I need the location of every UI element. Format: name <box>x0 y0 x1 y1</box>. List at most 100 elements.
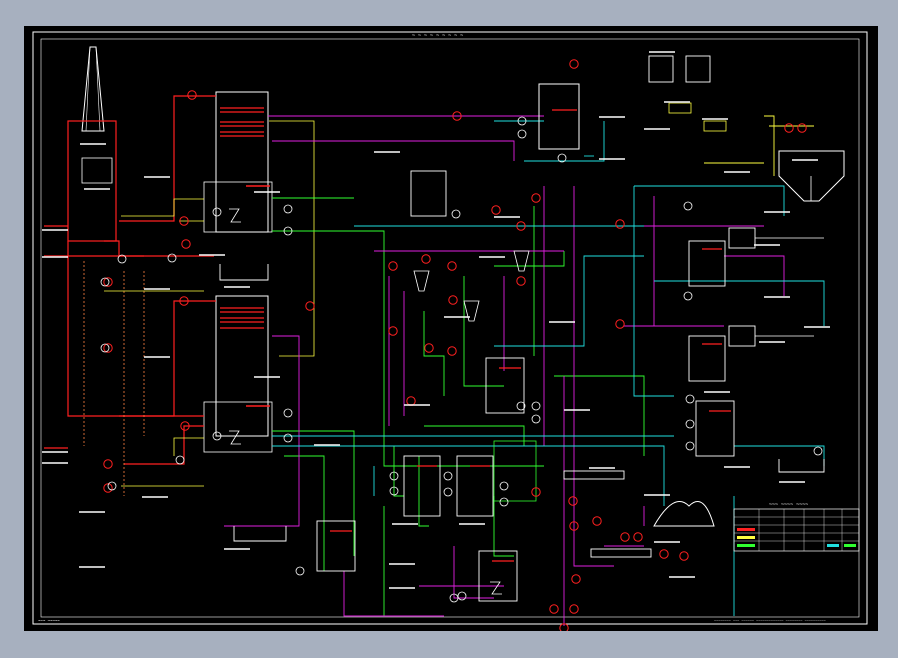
pump-symbol <box>283 433 293 443</box>
reheat-lines <box>83 261 145 496</box>
limestone-slurry-tank <box>493 440 537 502</box>
tag-label <box>494 216 520 218</box>
pump-symbol <box>683 201 693 211</box>
tag-label <box>404 404 430 406</box>
absorber-1-spray-levels <box>220 107 264 137</box>
instrument-bubble <box>679 551 689 561</box>
vacuum-belt-filter-2 <box>590 548 652 558</box>
pump-symbol <box>685 441 695 451</box>
pump-symbol <box>457 591 467 601</box>
flue-gas-lines <box>44 95 216 465</box>
absorber-2-tank <box>203 401 273 453</box>
tag-label <box>804 326 830 328</box>
limestone-hopper-1 <box>648 55 674 83</box>
instrument-bubble <box>424 343 434 353</box>
instrument-bubble <box>569 604 579 614</box>
pump-symbol <box>175 455 185 465</box>
chimney-line <box>85 46 91 132</box>
pump-symbols <box>100 116 823 603</box>
tag-label <box>459 523 485 525</box>
chimney-stack <box>81 46 105 132</box>
instrument-bubble <box>491 205 501 215</box>
filtrate-tank <box>403 455 441 517</box>
tag-label <box>644 128 670 130</box>
tag-label <box>199 254 225 256</box>
instrument-bubble <box>797 123 807 133</box>
green-process-lines <box>272 197 645 616</box>
pump-symbol <box>167 253 177 263</box>
instrument-bubble <box>103 459 113 469</box>
bottom-note: ~~~~~~~~ ~~~ ~~~~~~ ~~~~~~~~~~~~~ ~~~~~~… <box>714 619 826 623</box>
cad-drawing-canvas[interactable]: ~ ~ ~ ~ ~ ~ ~ ~ ~ ~~~ ~~~~ ~~~~ ~~~ ~~~~… <box>24 26 878 631</box>
instrument-bubble <box>549 604 559 614</box>
pump-symbol <box>295 566 305 576</box>
mill-circulation-tank-2 <box>688 335 726 382</box>
instrument-bubble <box>181 239 191 249</box>
absorber-drain-pit <box>219 264 269 281</box>
tag-label <box>254 191 280 193</box>
chimney-base-frame <box>67 120 117 242</box>
pump-symbol <box>283 204 293 214</box>
tag-label <box>42 451 68 453</box>
gypsum-storage-pile <box>653 501 715 527</box>
absorber-1-vessel <box>215 91 269 233</box>
tag-label <box>479 256 505 258</box>
absorber-2-agitator <box>229 430 241 445</box>
pump-symbol <box>499 497 509 507</box>
instrument-bubble <box>633 532 643 542</box>
limestone-slurry-tank-right <box>695 400 735 457</box>
tag-label <box>42 229 68 231</box>
equipment-tag-labels <box>42 51 830 589</box>
pump-symbol <box>531 401 541 411</box>
instrument-bubble <box>516 276 526 286</box>
title-strip: ~ ~ ~ ~ ~ ~ ~ ~ ~ <box>412 33 463 39</box>
instrument-bubble <box>388 261 398 271</box>
gypsum-dewatering-pit <box>233 526 287 542</box>
instrument-bubble <box>531 193 541 203</box>
instrument-bubble <box>615 319 625 329</box>
instrument-bubble <box>571 574 581 584</box>
tag-label <box>649 51 675 53</box>
tag-label <box>764 296 790 298</box>
pump-symbol <box>499 481 509 491</box>
instrument-bubble <box>388 326 398 336</box>
tag-label <box>84 188 110 190</box>
instrument-bubble <box>447 346 457 356</box>
legend-cell-yellow <box>737 536 755 539</box>
tag-label <box>589 467 615 469</box>
emergency-slurry-tank <box>316 520 356 572</box>
tag-label <box>599 116 625 118</box>
waste-water-tank-2 <box>485 357 525 414</box>
tag-label <box>664 101 690 103</box>
instrument-bubble <box>447 261 457 271</box>
tag-label <box>549 321 575 323</box>
inner-border <box>40 38 860 618</box>
tag-label <box>779 481 805 483</box>
tag-label <box>42 462 68 464</box>
feeder-box-1 <box>668 102 692 114</box>
pump-symbol <box>685 419 695 429</box>
second-cyclone <box>513 250 530 272</box>
tag-label <box>224 286 250 288</box>
pump-symbol <box>443 471 453 481</box>
process-water-tank <box>538 83 580 150</box>
instrument-bubble <box>406 396 416 406</box>
process-flow-diagram[interactable]: ~ ~ ~ ~ ~ ~ ~ ~ ~ ~~~ ~~~~ ~~~~ ~~~ ~~~~… <box>24 26 878 631</box>
tag-label <box>79 511 105 513</box>
tag-label <box>792 159 818 161</box>
tag-label <box>392 523 418 525</box>
instrument-bubble <box>305 301 315 311</box>
absorber-1-agitator <box>229 208 241 223</box>
pump-symbol <box>212 207 222 217</box>
mill-circulation-tank-1 <box>688 240 726 287</box>
tag-label <box>564 409 590 411</box>
magenta-process-lines <box>224 115 785 626</box>
tag-label <box>80 143 106 145</box>
tag-label <box>724 171 750 173</box>
tag-label <box>374 151 400 153</box>
gypsum-hydrocyclone <box>413 270 430 292</box>
feeder-box-2 <box>703 120 727 132</box>
limestone-drain-pit <box>778 459 825 473</box>
outer-border <box>32 31 868 625</box>
tag-label <box>254 376 280 378</box>
